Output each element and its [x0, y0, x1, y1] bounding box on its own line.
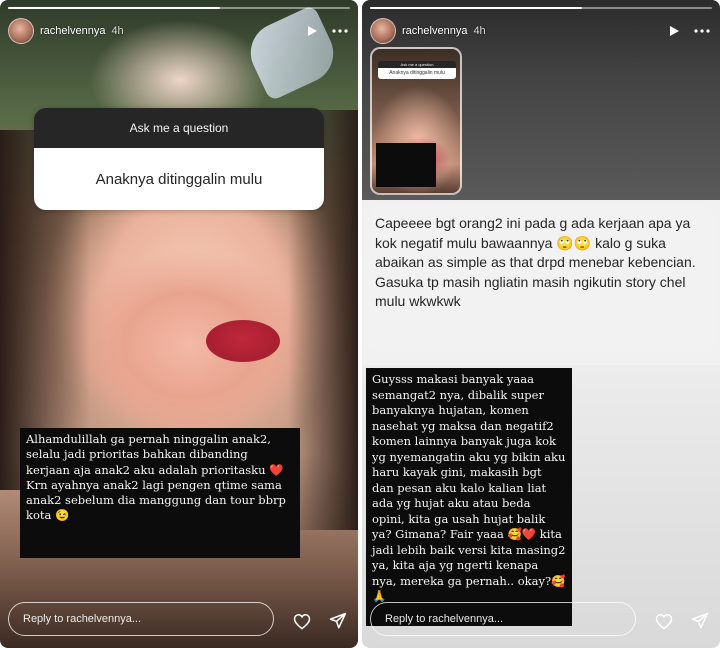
- story-progress-bar: [8, 7, 350, 9]
- play-icon[interactable]: [664, 21, 684, 41]
- reply-placeholder: Reply to rachelvennya...: [23, 613, 142, 625]
- story-panel-right[interactable]: rachelvennya 4h Ask me a question Anakny…: [362, 0, 720, 648]
- story-progress-fill: [8, 7, 221, 9]
- send-icon[interactable]: [690, 611, 710, 631]
- comment-bubble: Capeeee bgt orang2 ini pada g ada kerjaa…: [365, 205, 717, 353]
- reply-input[interactable]: Reply to rachelvennya...: [370, 602, 636, 636]
- heart-icon[interactable]: [654, 611, 674, 631]
- post-time: 4h: [111, 25, 124, 37]
- story-header: rachelvennya 4h: [8, 16, 350, 46]
- thumbnail-caption-block: [376, 143, 436, 187]
- reply-actions: [292, 611, 348, 631]
- avatar[interactable]: [370, 18, 396, 44]
- story-caption: Alhamdulillah ga pernah ninggalin anak2,…: [20, 428, 300, 558]
- question-sticker-title: Ask me a question: [34, 108, 324, 148]
- reply-input[interactable]: Reply to rachelvennya...: [8, 602, 274, 636]
- thumbnail-question-sticker: Ask me a question Anaknya ditinggalin mu…: [378, 61, 456, 79]
- post-time: 4h: [473, 25, 486, 37]
- story-panel-left[interactable]: rachelvennya 4h Ask me a question Anakny…: [0, 0, 358, 648]
- more-options-icon[interactable]: [330, 21, 350, 41]
- story-progress-fill: [370, 7, 583, 9]
- avatar[interactable]: [8, 18, 34, 44]
- caption-paragraph-1: Alhamdulillah ga pernah ninggalin anak2,…: [26, 432, 284, 477]
- username[interactable]: rachelvennya: [402, 25, 467, 37]
- photo-lips: [206, 320, 280, 362]
- thumbnail-question-answer: Anaknya ditinggalin mulu: [378, 68, 456, 79]
- embedded-story-screenshot: Ask me a question Anaknya ditinggalin mu…: [370, 47, 462, 195]
- story-progress-bar: [370, 7, 712, 9]
- play-icon[interactable]: [302, 21, 322, 41]
- send-icon[interactable]: [328, 611, 348, 631]
- heart-icon[interactable]: [292, 611, 312, 631]
- reply-actions: [654, 611, 710, 631]
- thumbnail-question-title: Ask me a question: [378, 61, 456, 68]
- username[interactable]: rachelvennya: [40, 25, 105, 37]
- question-sticker-answer: Anaknya ditinggalin mulu: [34, 148, 324, 210]
- story-header: rachelvennya 4h: [370, 16, 712, 46]
- caption-paragraph-2: Krn ayahnya anak2 lagi pengen qtime sama…: [26, 477, 286, 523]
- question-sticker[interactable]: Ask me a question Anaknya ditinggalin mu…: [34, 108, 324, 210]
- reply-placeholder: Reply to rachelvennya...: [385, 613, 504, 625]
- story-caption: Guysss makasi banyak yaaa semangat2 nya,…: [366, 368, 572, 626]
- more-options-icon[interactable]: [692, 21, 712, 41]
